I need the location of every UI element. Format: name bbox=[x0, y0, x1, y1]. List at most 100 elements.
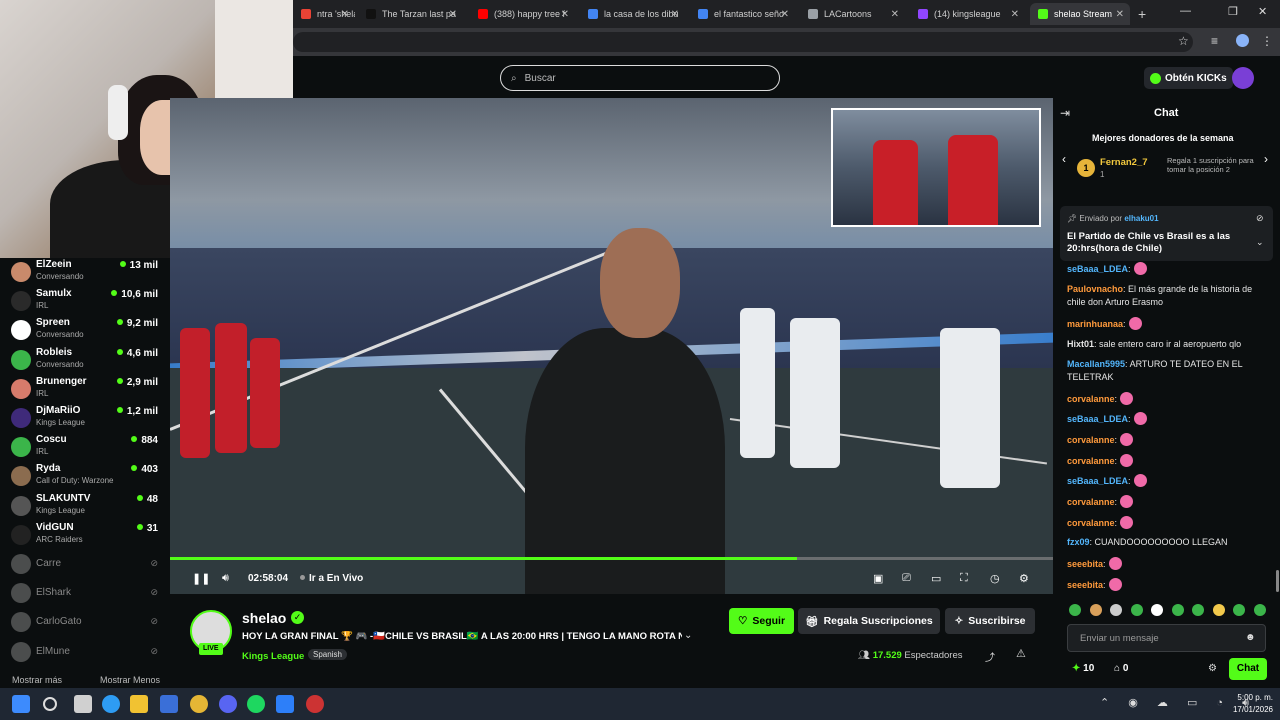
browser-tab[interactable]: la casa de los dibu ✕ bbox=[580, 3, 685, 25]
start-menu-icon[interactable] bbox=[12, 695, 30, 713]
close-tab-icon[interactable]: ✕ bbox=[341, 9, 349, 20]
emote-icon[interactable] bbox=[1110, 604, 1122, 616]
new-tab-button[interactable]: + bbox=[1138, 6, 1146, 22]
sidebar-channel-offline[interactable]: CarloGato ⊘ bbox=[0, 608, 170, 637]
discord-icon[interactable] bbox=[219, 695, 237, 713]
sidebar-channel[interactable]: Ryda Call of Duty: Warzone 403 bbox=[0, 462, 170, 491]
chat-username[interactable]: corvalanne bbox=[1067, 497, 1115, 507]
emote-icon[interactable] bbox=[1212, 604, 1225, 616]
profile-avatar[interactable] bbox=[1236, 34, 1249, 47]
browser-tab[interactable]: LACartoons ✕ bbox=[800, 3, 905, 25]
chat-username[interactable]: corvalanne bbox=[1067, 518, 1115, 528]
app-icon[interactable] bbox=[306, 695, 324, 713]
mini-player-icon[interactable]: ▣ bbox=[873, 572, 883, 585]
sidebar-channel[interactable]: Spreen Conversando 9,2 mil bbox=[0, 316, 170, 345]
chevron-down-icon[interactable]: ⌄ bbox=[684, 630, 692, 641]
media-control-icon[interactable]: ≡ bbox=[1211, 34, 1218, 48]
chat-username[interactable]: Hixt01 bbox=[1067, 339, 1094, 349]
minimize-icon[interactable]: — bbox=[1180, 5, 1191, 17]
emote-icon[interactable] bbox=[1130, 604, 1143, 616]
emote-icon[interactable] bbox=[1233, 604, 1245, 616]
sidebar-channel[interactable]: Samulx IRL 10,6 mil bbox=[0, 287, 170, 316]
gift-points[interactable]: ⌂ 0 bbox=[1114, 663, 1128, 674]
close-tab-icon[interactable]: ✕ bbox=[781, 9, 789, 20]
sidebar-channel[interactable]: ElZeein Conversando 13 mil bbox=[0, 258, 170, 287]
emote-icon[interactable] bbox=[1171, 604, 1184, 616]
chat-scrollbar[interactable] bbox=[1276, 570, 1279, 592]
chat-username[interactable]: Macallan5995 bbox=[1067, 359, 1125, 369]
channel-name[interactable]: shelao bbox=[242, 610, 286, 626]
restore-icon[interactable]: ❐ bbox=[1228, 5, 1238, 18]
chevron-down-icon[interactable]: ⌄ bbox=[1256, 237, 1264, 248]
task-view-icon[interactable] bbox=[74, 695, 92, 713]
app-icon[interactable] bbox=[276, 695, 294, 713]
get-kicks-button[interactable]: Obtén KICKs bbox=[1144, 67, 1233, 89]
chrome-icon[interactable] bbox=[190, 695, 208, 713]
close-tab-icon[interactable]: ✕ bbox=[1011, 9, 1019, 20]
close-tab-icon[interactable]: ✕ bbox=[449, 9, 457, 20]
sidebar-channel[interactable]: Coscu IRL 884 bbox=[0, 433, 170, 462]
stream-category-link[interactable]: Kings League bbox=[242, 651, 304, 662]
chat-username[interactable]: seeebita bbox=[1067, 559, 1103, 569]
report-icon[interactable]: ⚠ bbox=[1016, 647, 1026, 660]
browser-tab[interactable]: (388) happy tree f ✕ bbox=[470, 3, 575, 25]
chat-username[interactable]: seBaaa_LDEA bbox=[1067, 476, 1128, 486]
clip-icon[interactable]: ⎚ bbox=[902, 572, 911, 585]
browser-tab[interactable]: The Tarzan last pa ✕ bbox=[358, 3, 463, 25]
bookmark-star-icon[interactable]: ☆ bbox=[1178, 34, 1189, 48]
url-field[interactable] bbox=[293, 32, 1193, 52]
theater-mode-icon[interactable]: ▭ bbox=[931, 572, 941, 585]
browser-tab[interactable]: el fantastico seño ✕ bbox=[690, 3, 795, 25]
sidebar-channel[interactable]: DjMaRiiO Kings League 1,2 mil bbox=[0, 404, 170, 433]
emoji-icon[interactable]: ☻ bbox=[1245, 632, 1256, 643]
chevron-left-icon[interactable]: ‹ bbox=[1062, 152, 1066, 166]
sidebar-channel-offline[interactable]: ElShark ⊘ bbox=[0, 579, 170, 608]
browser-tab[interactable]: (14) kingsleague ✕ bbox=[910, 3, 1025, 25]
sidebar-channel[interactable]: VidGUN ARC Raiders 31 bbox=[0, 521, 170, 550]
fullscreen-icon[interactable]: ⛶ bbox=[960, 572, 968, 585]
browser-tab[interactable]: ntra 'shelao'✕ bbox=[293, 3, 355, 25]
gift-subs-button[interactable]: 🎁︎ Regala Suscripciones bbox=[798, 608, 940, 634]
emote-icon[interactable] bbox=[1253, 604, 1266, 616]
spotify-icon[interactable] bbox=[247, 695, 265, 713]
pause-icon[interactable]: ❚❚ bbox=[192, 572, 210, 585]
chevron-right-icon[interactable]: › bbox=[1264, 152, 1268, 166]
close-tab-icon[interactable]: ✕ bbox=[891, 9, 899, 20]
store-icon[interactable] bbox=[160, 695, 178, 713]
settings-gear-icon[interactable]: ⚙ bbox=[1019, 572, 1029, 585]
collapse-chat-icon[interactable]: ⇥ bbox=[1060, 106, 1070, 120]
chat-username[interactable]: corvalanne bbox=[1067, 394, 1115, 404]
share-icon[interactable]: ⤴ bbox=[985, 649, 995, 664]
search-input[interactable]: ⌕ Buscar bbox=[500, 65, 780, 91]
file-explorer-icon[interactable] bbox=[130, 695, 148, 713]
close-tab-icon[interactable]: ✕ bbox=[1116, 9, 1124, 20]
chat-username[interactable]: seBaaa_LDEA bbox=[1067, 264, 1128, 274]
emote-icon[interactable] bbox=[1192, 604, 1204, 616]
chat-username[interactable]: corvalanne bbox=[1067, 456, 1115, 466]
playback-speed-icon[interactable]: ◷ bbox=[990, 572, 1000, 585]
kick-points[interactable]: ✦ 10 bbox=[1072, 663, 1094, 674]
go-live-button[interactable]: Ir a En Vivo bbox=[300, 573, 363, 584]
chat-message-input[interactable]: Enviar un mensaje bbox=[1067, 624, 1266, 652]
close-window-icon[interactable]: ✕ bbox=[1258, 5, 1267, 18]
pinned-by-user[interactable]: elhaku01 bbox=[1124, 214, 1158, 223]
sidebar-channel[interactable]: SLAKUNTV Kings League 48 bbox=[0, 492, 170, 521]
chat-username[interactable]: seeebita bbox=[1067, 580, 1103, 590]
chat-username[interactable]: marinhuanaa bbox=[1067, 319, 1123, 329]
chat-settings-icon[interactable]: ⚙ bbox=[1208, 663, 1217, 674]
emote-icon[interactable] bbox=[1151, 604, 1163, 616]
sidebar-channel[interactable]: Brunenger IRL 2,9 mil bbox=[0, 375, 170, 404]
volume-icon[interactable]: 🔊︎ bbox=[222, 572, 229, 585]
browser-menu-icon[interactable]: ⋮ bbox=[1261, 34, 1273, 48]
chat-username[interactable]: Paulovnacho bbox=[1067, 284, 1123, 294]
follow-button[interactable]: ♡ Seguir bbox=[729, 608, 794, 634]
user-avatar[interactable] bbox=[1232, 67, 1254, 89]
show-more-link[interactable]: Mostrar más bbox=[12, 675, 62, 685]
chat-username[interactable]: corvalanne bbox=[1067, 435, 1115, 445]
emote-icon[interactable] bbox=[1089, 604, 1102, 616]
search-icon[interactable] bbox=[43, 697, 57, 711]
close-tab-icon[interactable]: ✕ bbox=[561, 9, 569, 20]
close-tab-icon[interactable]: ✕ bbox=[671, 9, 679, 20]
chat-username[interactable]: seBaaa_LDEA bbox=[1067, 414, 1128, 424]
subscribe-button[interactable]: ✧ Suscribirse bbox=[945, 608, 1035, 634]
